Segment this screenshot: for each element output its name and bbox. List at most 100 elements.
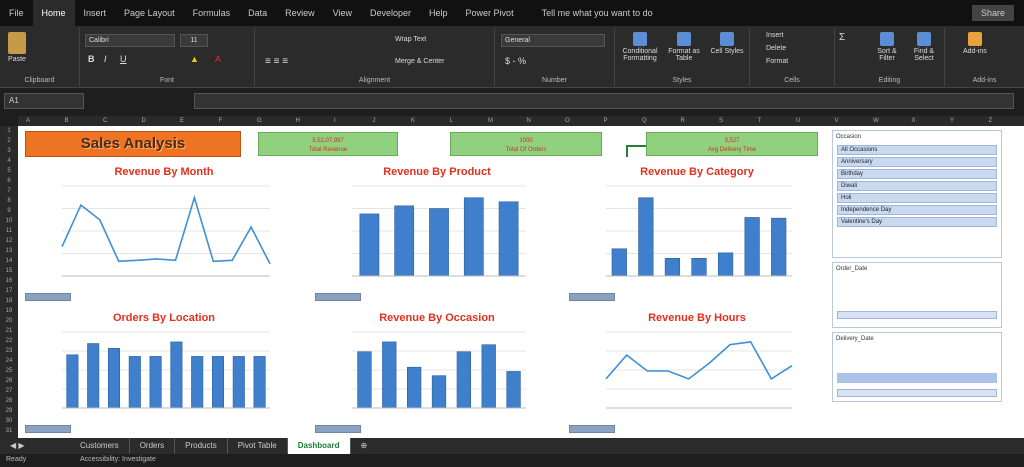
- bar[interactable]: [232, 356, 245, 409]
- row-header[interactable]: 26: [0, 376, 18, 386]
- wrap-text-button[interactable]: Wrap Text: [395, 36, 426, 43]
- column-header[interactable]: A: [26, 118, 30, 124]
- bar[interactable]: [481, 344, 496, 409]
- row-header[interactable]: 25: [0, 366, 18, 376]
- column-header[interactable]: G: [257, 118, 262, 124]
- pivot-field-button[interactable]: [569, 425, 615, 433]
- bar[interactable]: [382, 341, 397, 409]
- ribbon-tab-developer[interactable]: Developer: [361, 0, 420, 26]
- slicer-item[interactable]: Valentine's Day: [837, 217, 997, 227]
- row-header[interactable]: 24: [0, 356, 18, 366]
- column-header[interactable]: D: [142, 118, 146, 124]
- column-header[interactable]: E: [180, 118, 184, 124]
- sheet-nav-arrows[interactable]: ◀ ▶: [0, 438, 70, 454]
- pivot-field-button[interactable]: [25, 293, 71, 301]
- bar[interactable]: [691, 258, 707, 277]
- bar[interactable]: [429, 208, 449, 277]
- font-color-icon[interactable]: A: [215, 54, 221, 64]
- order-date-scrollbar[interactable]: [837, 311, 997, 319]
- slicer-occasion[interactable]: Occasion All Occasions Anniversary Birthda…: [832, 130, 1002, 258]
- paste-button[interactable]: Paste: [8, 32, 26, 63]
- row-header[interactable]: 18: [0, 296, 18, 306]
- row-header[interactable]: 31: [0, 426, 18, 436]
- italic-button[interactable]: I: [104, 54, 107, 64]
- fill-color-icon[interactable]: ▲: [190, 54, 199, 64]
- column-header[interactable]: C: [103, 118, 107, 124]
- delete-cells-button[interactable]: Delete: [766, 45, 786, 52]
- row-header[interactable]: 14: [0, 256, 18, 266]
- format-as-table-button[interactable]: Format as Table: [663, 32, 705, 62]
- row-header[interactable]: 8: [0, 196, 18, 206]
- row-header[interactable]: 7: [0, 186, 18, 196]
- slicer-delivery-date[interactable]: Delivery_Date: [832, 332, 1002, 402]
- column-header[interactable]: P: [604, 118, 608, 124]
- column-header[interactable]: W: [873, 118, 879, 124]
- column-header[interactable]: H: [296, 118, 300, 124]
- row-header[interactable]: 19: [0, 306, 18, 316]
- bar[interactable]: [498, 201, 519, 277]
- autosum-icon[interactable]: Σ: [839, 32, 845, 43]
- row-header[interactable]: 3: [0, 146, 18, 156]
- row-header[interactable]: 1: [0, 126, 18, 136]
- ribbon-tab-view[interactable]: View: [324, 0, 361, 26]
- bar[interactable]: [431, 375, 447, 409]
- row-header[interactable]: 30: [0, 416, 18, 426]
- bar[interactable]: [664, 258, 681, 277]
- status-accessibility[interactable]: Accessibility: Investigate: [80, 456, 156, 463]
- pivot-field-button[interactable]: [25, 425, 71, 433]
- delivery-date-timeline-bar[interactable]: [837, 373, 997, 383]
- sheet-tab-dashboard[interactable]: Dashboard: [287, 438, 351, 454]
- bar[interactable]: [717, 252, 734, 277]
- slicer-item[interactable]: Anniversary: [837, 157, 997, 167]
- kpi-card-orders[interactable]: 1000 Total Of Orders: [450, 132, 602, 156]
- row-header[interactable]: 11: [0, 226, 18, 236]
- formula-input[interactable]: [194, 93, 1014, 109]
- ribbon-tab-home[interactable]: Home: [32, 0, 75, 26]
- sort-filter-button[interactable]: Sort & Filter: [871, 32, 903, 62]
- bar[interactable]: [463, 197, 484, 277]
- number-format-select[interactable]: General: [501, 34, 605, 47]
- bar[interactable]: [407, 366, 422, 409]
- row-header[interactable]: 29: [0, 406, 18, 416]
- bar[interactable]: [771, 217, 787, 277]
- tell-me-search[interactable]: Tell me what you want to do: [533, 0, 662, 26]
- ribbon-tab-review[interactable]: Review: [276, 0, 324, 26]
- row-header[interactable]: 9: [0, 206, 18, 216]
- row-header[interactable]: 27: [0, 386, 18, 396]
- sheet-tab-pivot-table[interactable]: Pivot Table: [228, 438, 288, 454]
- column-header[interactable]: X: [912, 118, 916, 124]
- chart-revenue-by-product[interactable]: Revenue By Product: [312, 164, 562, 304]
- slicer-item[interactable]: All Occasions: [837, 145, 997, 155]
- ribbon-tab-file[interactable]: File: [0, 0, 33, 26]
- align-icons[interactable]: ≡ ≡ ≡: [265, 56, 288, 67]
- name-box[interactable]: A1: [4, 93, 84, 109]
- column-header[interactable]: K: [411, 118, 415, 124]
- bar[interactable]: [170, 341, 183, 409]
- insert-cells-button[interactable]: Insert: [766, 32, 784, 39]
- ribbon-tab-insert[interactable]: Insert: [75, 0, 116, 26]
- cell-styles-button[interactable]: Cell Styles: [707, 32, 747, 55]
- column-header[interactable]: Q: [642, 118, 647, 124]
- pivot-field-button[interactable]: [569, 293, 615, 301]
- ribbon-tab-data[interactable]: Data: [239, 0, 276, 26]
- column-header[interactable]: T: [758, 118, 762, 124]
- slicer-order-date[interactable]: Order_Date: [832, 262, 1002, 328]
- bar[interactable]: [394, 205, 415, 277]
- column-header[interactable]: R: [681, 118, 685, 124]
- chart-revenue-by-category[interactable]: Revenue By Category: [566, 164, 828, 304]
- row-header[interactable]: 13: [0, 246, 18, 256]
- column-header[interactable]: J: [373, 118, 376, 124]
- bar[interactable]: [359, 213, 380, 277]
- ribbon-tab-help[interactable]: Help: [420, 0, 457, 26]
- pivot-field-button[interactable]: [315, 425, 361, 433]
- column-header[interactable]: I: [334, 118, 336, 124]
- row-header[interactable]: 6: [0, 176, 18, 186]
- delivery-date-scrollbar[interactable]: [837, 389, 997, 397]
- row-header[interactable]: 23: [0, 346, 18, 356]
- slicer-item[interactable]: Diwali: [837, 181, 997, 191]
- chart-revenue-by-occasion[interactable]: Revenue By Occasion: [312, 310, 562, 436]
- chart-revenue-by-month[interactable]: Revenue By Month: [22, 164, 306, 304]
- dashboard-title[interactable]: Sales Analysis: [25, 131, 241, 157]
- conditional-formatting-button[interactable]: Conditional Formatting: [619, 32, 661, 62]
- bar[interactable]: [191, 356, 204, 409]
